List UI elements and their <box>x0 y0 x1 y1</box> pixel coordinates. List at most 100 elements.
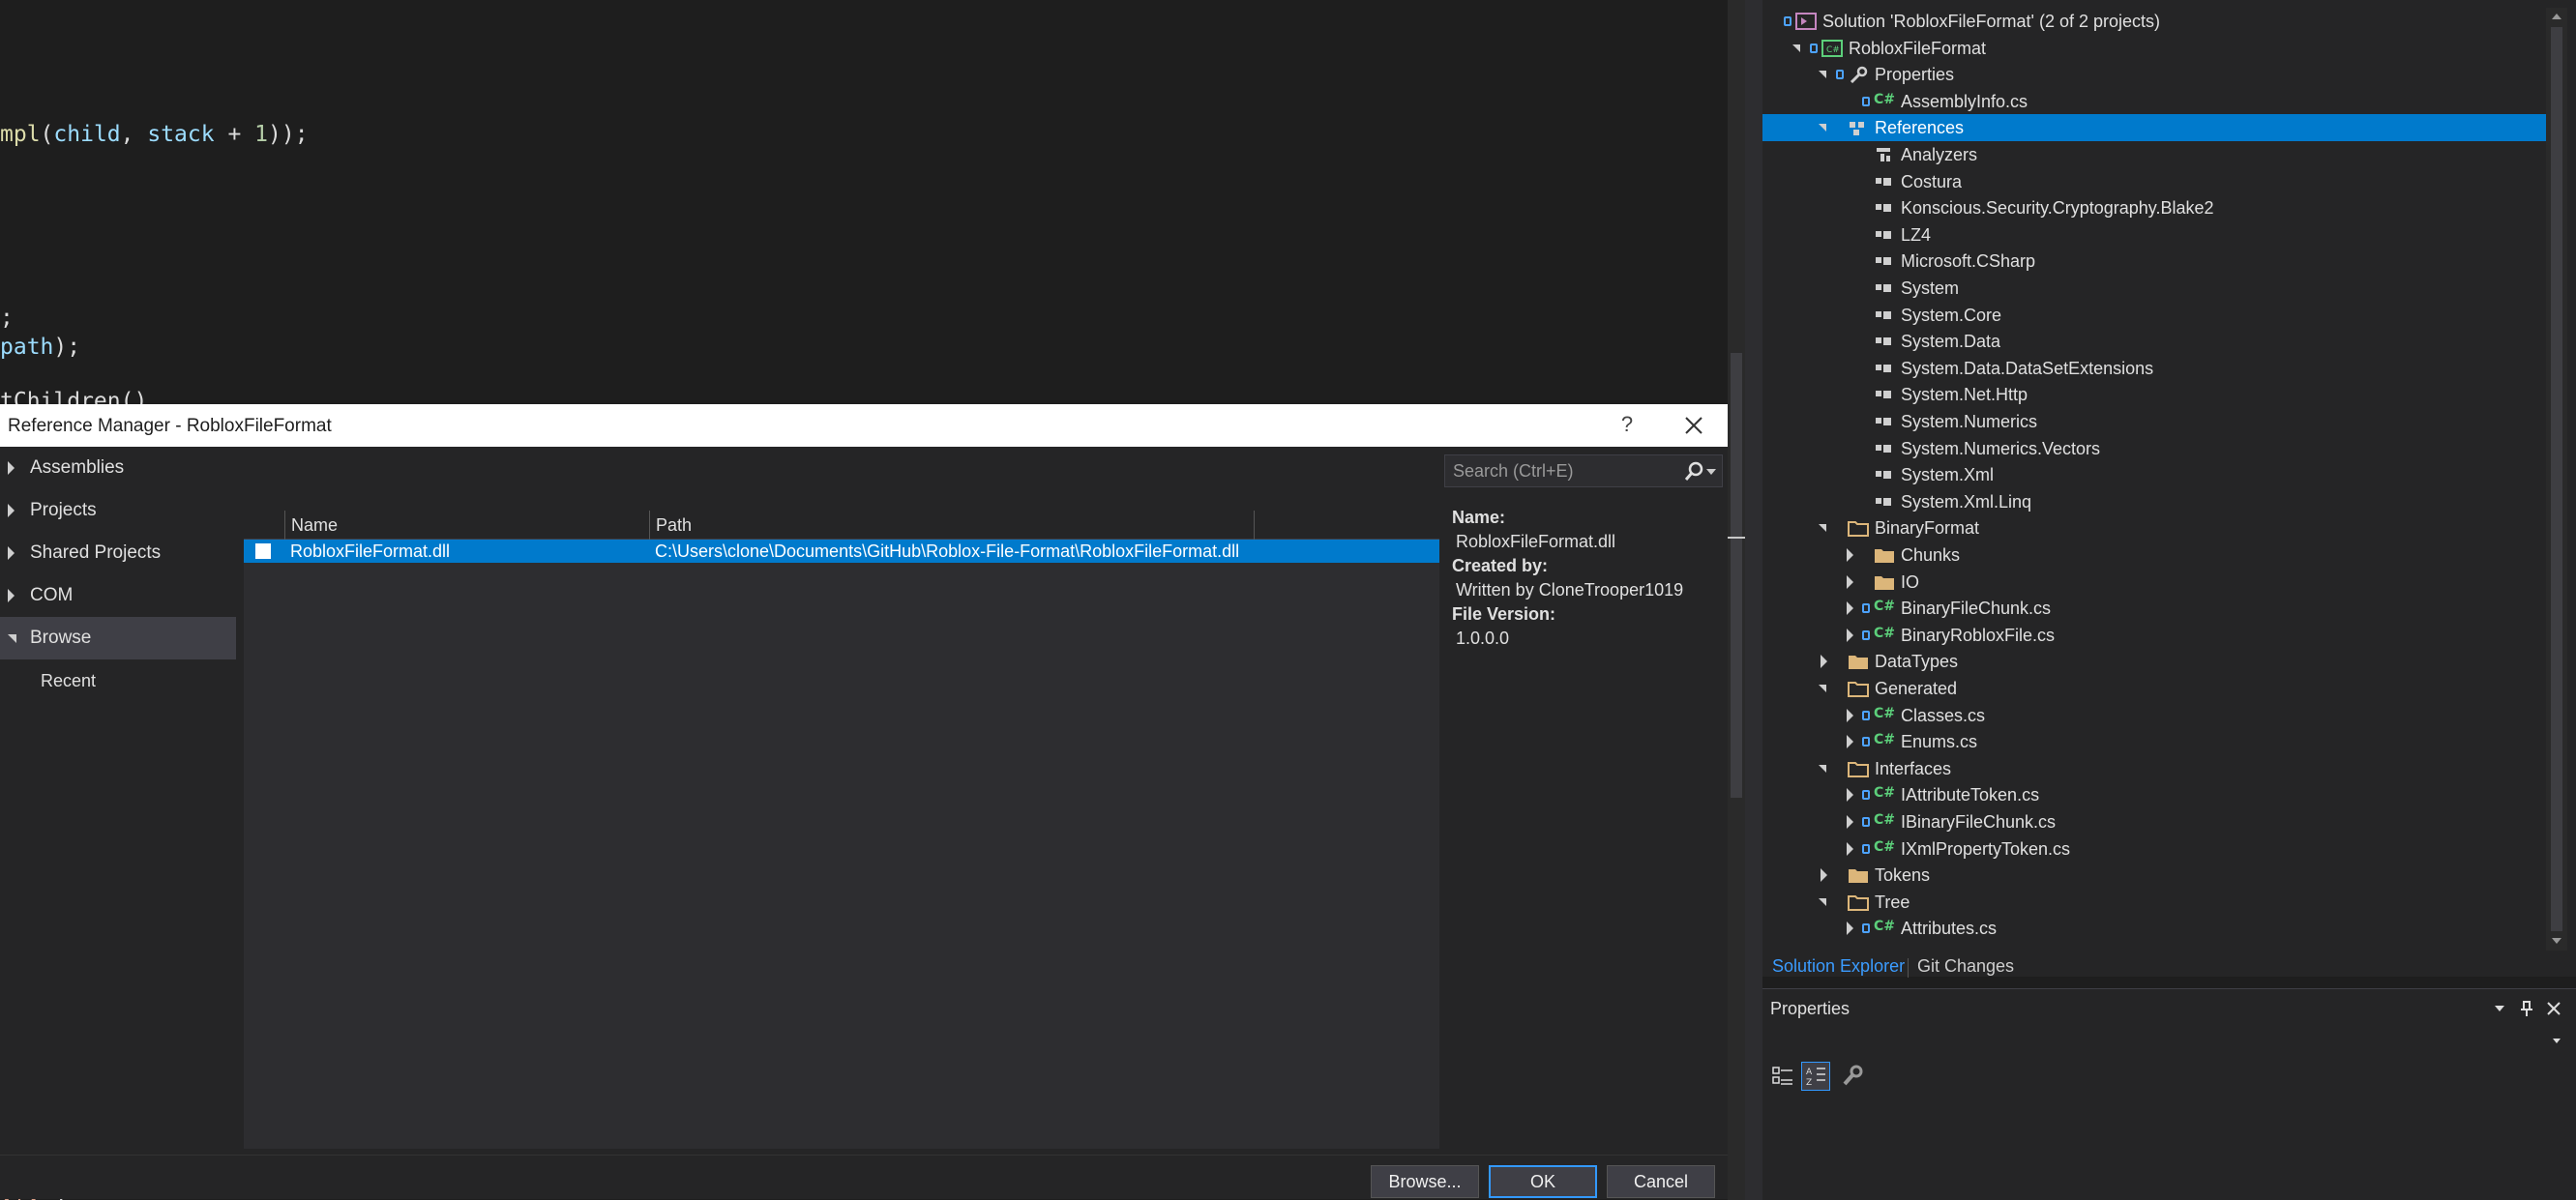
table-row[interactable]: RobloxFileFormat.dll C:\Users\clone\Docu… <box>244 540 1439 563</box>
expand-right-icon[interactable] <box>1847 601 1853 615</box>
solution-tree[interactable]: Solution 'RobloxFileFormat' (2 of 2 proj… <box>1762 8 2546 946</box>
expand-down-icon[interactable] <box>1819 765 1826 773</box>
column-header-checkbox[interactable] <box>244 511 284 540</box>
scroll-up-icon[interactable] <box>2546 10 2567 23</box>
expand-right-icon[interactable] <box>1821 868 1827 882</box>
sidebar-item-recent[interactable]: Recent <box>41 671 96 691</box>
search-box[interactable] <box>1444 454 1723 487</box>
tree-item[interactable]: System.Xml.Linq <box>1762 488 2546 515</box>
code-line[interactable]: ; <box>0 306 14 331</box>
tree-item[interactable]: System.Numerics <box>1762 408 2546 435</box>
solution-explorer-scroll-thumb[interactable] <box>2551 27 2562 931</box>
sidebar-item-com[interactable]: COM <box>0 574 236 617</box>
chevron-down-icon[interactable] <box>2550 1034 2563 1047</box>
expand-right-icon[interactable] <box>1847 788 1853 802</box>
sidebar-item-browse[interactable]: Browse <box>0 617 236 659</box>
search-icon[interactable] <box>1681 459 1706 484</box>
tree-item[interactable]: Tokens <box>1762 862 2546 889</box>
editor-scroll-thumb[interactable] <box>1731 353 1742 798</box>
tree-item[interactable]: C# Attributes.cs <box>1762 915 2546 942</box>
close-button[interactable] <box>1678 410 1709 441</box>
tree-item[interactable]: Properties <box>1762 61 2546 88</box>
sidebar-item-shared-projects[interactable]: Shared Projects <box>0 532 236 574</box>
tree-item[interactable]: System.Net.Http <box>1762 381 2546 408</box>
column-header-name[interactable]: Name <box>284 511 649 540</box>
tree-item[interactable]: System.Numerics.Vectors <box>1762 435 2546 462</box>
tree-item[interactable]: System <box>1762 275 2546 302</box>
tree-item[interactable]: Microsoft.CSharp <box>1762 248 2546 275</box>
tree-item[interactable]: C# RobloxFileFormat <box>1762 35 2546 62</box>
tree-item[interactable]: C# Classes.cs <box>1762 702 2546 729</box>
expand-right-icon[interactable] <box>1847 709 1853 722</box>
tree-item[interactable]: Konscious.Security.Cryptography.Blake2 <box>1762 194 2546 221</box>
tree-item[interactable]: Analyzers <box>1762 141 2546 168</box>
expand-down-icon[interactable] <box>1819 71 1826 78</box>
tree-item[interactable]: Tree <box>1762 889 2546 916</box>
categorized-button[interactable] <box>1768 1062 1797 1091</box>
column-header-extra[interactable] <box>1254 511 1439 540</box>
tree-item[interactable]: BinaryFormat <box>1762 514 2546 541</box>
dialog-titlebar[interactable]: Reference Manager - RobloxFileFormat ? <box>0 404 1728 447</box>
search-input[interactable] <box>1445 455 1677 486</box>
properties-grid[interactable] <box>1766 1098 2569 1199</box>
chevron-down-icon[interactable] <box>1706 469 1716 475</box>
property-pages-button[interactable] <box>1838 1062 1867 1091</box>
tree-item[interactable]: Interfaces <box>1762 755 2546 782</box>
tree-item[interactable]: C# BinaryFileChunk.cs <box>1762 595 2546 622</box>
code-line[interactable]: tChildren() <box>0 389 147 404</box>
expand-right-icon[interactable] <box>1847 842 1853 856</box>
tree-item[interactable]: System.Core <box>1762 302 2546 329</box>
scroll-down-icon[interactable] <box>2546 934 2567 948</box>
properties-object-select[interactable] <box>1766 1028 2569 1053</box>
reference-list[interactable]: Name Path RobloxFileFormat.dll C:\Users\… <box>244 511 1439 1149</box>
pin-icon[interactable] <box>2517 999 2536 1018</box>
ok-button[interactable]: OK <box>1489 1165 1597 1198</box>
expand-right-icon[interactable] <box>1847 575 1853 589</box>
expand-down-icon[interactable] <box>1819 898 1826 906</box>
alphabetical-button[interactable]: A Z <box>1801 1062 1830 1091</box>
cancel-button[interactable]: Cancel <box>1607 1165 1715 1198</box>
tree-item[interactable]: Solution 'RobloxFileFormat' (2 of 2 proj… <box>1762 8 2546 35</box>
tree-item[interactable]: C# IAttributeToken.cs <box>1762 781 2546 808</box>
tree-item[interactable]: DataTypes <box>1762 648 2546 675</box>
expand-down-icon[interactable] <box>1819 124 1826 132</box>
expand-down-icon[interactable] <box>1819 685 1826 692</box>
tab-solution-explorer[interactable]: Solution Explorer <box>1772 956 1905 977</box>
expand-right-icon[interactable] <box>1821 655 1827 668</box>
expand-right-icon[interactable] <box>1847 815 1853 829</box>
column-header-path[interactable]: Path <box>649 511 1254 540</box>
tree-item[interactable]: C# IXmlPropertyToken.cs <box>1762 835 2546 863</box>
tree-item[interactable]: Generated <box>1762 675 2546 702</box>
tree-item[interactable]: Costura <box>1762 168 2546 195</box>
close-icon[interactable] <box>2544 999 2563 1018</box>
expand-down-icon[interactable] <box>1792 44 1800 52</box>
tree-item[interactable]: System.Data.DataSetExtensions <box>1762 355 2546 382</box>
tree-item[interactable]: References <box>1762 114 2546 141</box>
tree-item[interactable]: System.Xml <box>1762 461 2546 488</box>
tree-item[interactable]: Chunks <box>1762 541 2546 569</box>
expand-right-icon[interactable] <box>1847 735 1853 748</box>
tree-item[interactable]: LZ4 <box>1762 221 2546 249</box>
tab-git-changes[interactable]: Git Changes <box>1917 956 2014 977</box>
tree-item[interactable]: C# AssemblyInfo.cs <box>1762 88 2546 115</box>
reference-checkbox[interactable] <box>255 543 271 559</box>
code-line[interactable]: path); <box>0 335 80 360</box>
tree-item[interactable]: C# BinaryRobloxFile.cs <box>1762 622 2546 649</box>
solution-explorer-scrollbar[interactable] <box>2546 8 2567 951</box>
expand-down-icon[interactable] <box>1819 524 1826 532</box>
sidebar-item-projects[interactable]: Projects <box>0 489 236 532</box>
panel-splitter[interactable] <box>1745 0 1762 1200</box>
editor-scrollbar[interactable] <box>1728 0 1745 1200</box>
tree-item[interactable]: C# IBinaryFileChunk.cs <box>1762 808 2546 835</box>
expand-right-icon[interactable] <box>1847 922 1853 935</box>
dropdown-icon[interactable] <box>2490 999 2509 1018</box>
help-button[interactable]: ? <box>1614 412 1641 439</box>
tree-item[interactable]: C# Enums.cs <box>1762 728 2546 755</box>
tree-item[interactable]: System.Data <box>1762 328 2546 355</box>
browse-button[interactable]: Browse... <box>1371 1165 1479 1198</box>
tree-item[interactable]: IO <box>1762 569 2546 596</box>
code-line[interactable]: mpl(child, stack + 1)); <box>0 122 309 147</box>
expand-right-icon[interactable] <box>1847 629 1853 642</box>
sidebar-item-assemblies[interactable]: Assemblies <box>0 447 236 489</box>
expand-right-icon[interactable] <box>1847 548 1853 562</box>
